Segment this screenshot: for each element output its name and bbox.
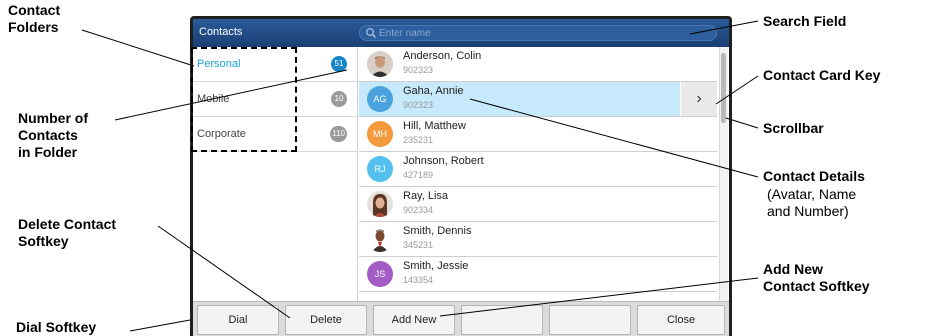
callout-contact-details-sub: (Avatar, Name and Number) [767, 186, 857, 219]
empty-softkey[interactable] [549, 305, 631, 335]
avatar: AG [367, 86, 393, 112]
person-photo-icon [367, 191, 393, 217]
callout-contact-details: Contact Details [763, 168, 865, 184]
contact-name: Johnson, Robert [403, 155, 484, 167]
empty-softkey[interactable] [461, 305, 543, 335]
search-field[interactable] [359, 25, 717, 41]
contact-name: Hill, Matthew [403, 120, 466, 132]
delete-softkey[interactable]: Delete [285, 305, 367, 335]
search-input[interactable] [379, 25, 709, 41]
contact-name: Ray, Lisa [403, 190, 449, 202]
avatar [367, 191, 393, 217]
contact-row[interactable]: Ray, Lisa 902334 [359, 187, 717, 222]
avatar [367, 226, 393, 252]
add-new-softkey[interactable]: Add New [373, 305, 455, 335]
contact-number: 902323 [403, 65, 434, 75]
softkey-bar: Dial Delete Add New Close [193, 301, 729, 336]
contact-row[interactable]: Smith, Dennis 345231 [359, 222, 717, 257]
screen-title: Contacts [199, 26, 243, 38]
callout-number-of-contacts: Number of Contacts in Folder [18, 110, 88, 160]
contact-number: 902334 [403, 205, 434, 215]
contact-row[interactable]: RJ Johnson, Robert 427189 [359, 152, 717, 187]
contact-row[interactable]: AG Gaha, Annie 902323 › [359, 82, 717, 117]
person-photo-icon [367, 226, 393, 252]
avatar [367, 51, 393, 77]
person-photo-icon [367, 51, 393, 77]
avatar: MH [367, 121, 393, 147]
contact-number: 427189 [403, 170, 434, 180]
title-bar: Contacts [193, 19, 729, 47]
contact-name: Gaha, Annie [403, 85, 464, 97]
callout-scrollbar: Scrollbar [763, 120, 824, 136]
callout-search-field: Search Field [763, 13, 847, 29]
contact-number: 143354 [403, 275, 434, 285]
search-icon [366, 28, 377, 39]
contact-list: Anderson, Colin 902323 AG Gaha, Annie 90… [359, 47, 717, 301]
contact-name: Smith, Jessie [403, 260, 469, 272]
avatar: RJ [367, 156, 393, 182]
dial-softkey[interactable]: Dial [197, 305, 279, 335]
contact-number: 235231 [403, 135, 434, 145]
callout-contact-folders: Contact Folders [8, 2, 61, 35]
scrollbar[interactable] [719, 47, 728, 301]
folder-count-badge: 10 [331, 91, 347, 107]
contact-number: 902323 [403, 100, 434, 110]
contact-name: Anderson, Colin [403, 50, 482, 62]
contact-number: 345231 [403, 240, 434, 250]
contact-row[interactable]: Anderson, Colin 902323 [359, 47, 717, 82]
callout-contact-card-key: Contact Card Key [763, 67, 881, 83]
contact-card-key[interactable]: › [680, 82, 717, 116]
scrollbar-thumb[interactable] [721, 53, 726, 123]
folder-count-badge: 110 [330, 126, 347, 142]
callout-add-new-softkey: Add New Contact Softkey [763, 261, 870, 294]
folders-highlight-box [191, 47, 297, 152]
contact-row[interactable]: JS Smith, Jessie 143354 [359, 257, 717, 292]
avatar: JS [367, 261, 393, 287]
contact-name: Smith, Dennis [403, 225, 472, 237]
folder-count-badge: 51 [331, 56, 347, 72]
callout-delete-softkey: Delete Contact Softkey [18, 216, 117, 249]
callout-dial-softkey: Dial Softkey [16, 319, 97, 335]
close-softkey[interactable]: Close [637, 305, 725, 335]
contact-row[interactable]: MH Hill, Matthew 235231 [359, 117, 717, 152]
